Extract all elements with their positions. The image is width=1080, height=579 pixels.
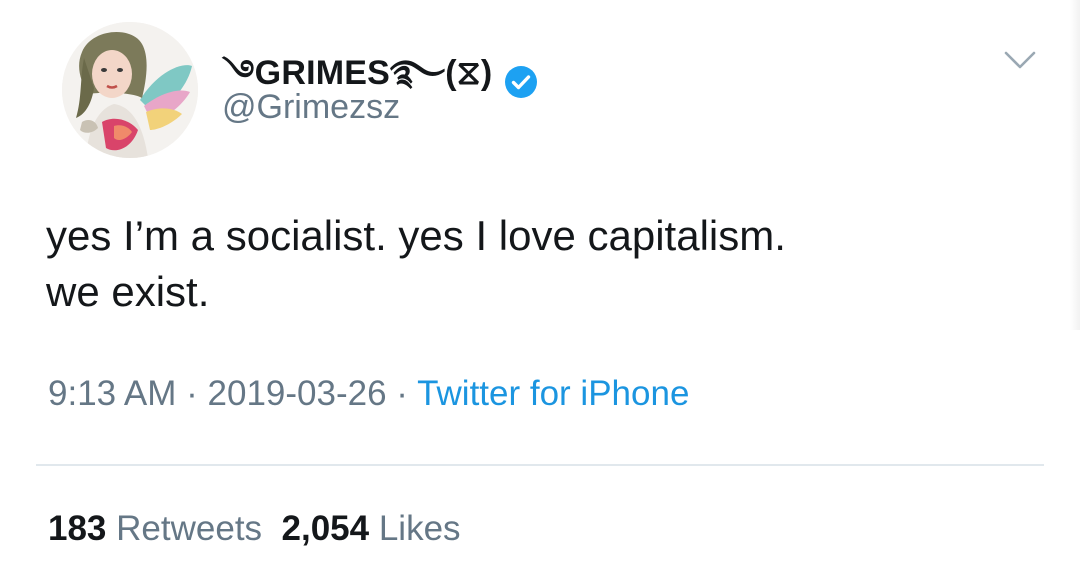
tweet-text-line-1: yes I’m a socialist. yes I love capitali… <box>46 212 786 259</box>
tweet-stats: 183 Retweets 2,054 Likes <box>48 509 461 549</box>
user-handle[interactable]: @Grimezsz <box>222 88 400 127</box>
meta-separator-1: · <box>176 374 208 413</box>
tweet-text: yes I’m a socialist. yes I love capitali… <box>46 208 1036 320</box>
tweet-time[interactable]: 9:13 AM <box>48 374 176 413</box>
chevron-down-icon[interactable] <box>1002 48 1038 72</box>
tweet-meta: 9:13 AM · 2019-03-26 · Twitter for iPhon… <box>48 374 689 414</box>
tweet-text-line-2: we exist. <box>46 268 210 315</box>
scrollbar-track[interactable] <box>1070 0 1080 330</box>
meta-separator-2: · <box>386 374 418 413</box>
tweet-source-link[interactable]: Twitter for iPhone <box>417 374 689 413</box>
likes-stat[interactable]: 2,054 Likes <box>282 509 461 548</box>
likes-label: Likes <box>378 509 461 548</box>
tweet-date[interactable]: 2019-03-26 <box>208 374 387 413</box>
tweet-card: ࿓GRIMES࿐(⧖) @Grimezsz yes I’m a socialis… <box>0 0 1080 579</box>
retweets-label: Retweets <box>116 509 263 548</box>
avatar[interactable] <box>62 22 198 158</box>
likes-count: 2,054 <box>281 509 370 548</box>
divider <box>36 464 1044 466</box>
avatar-illustration <box>62 22 198 158</box>
retweets-stat[interactable]: 183 Retweets <box>48 509 262 548</box>
verified-badge-icon <box>504 65 538 99</box>
retweets-count: 183 <box>48 509 107 548</box>
